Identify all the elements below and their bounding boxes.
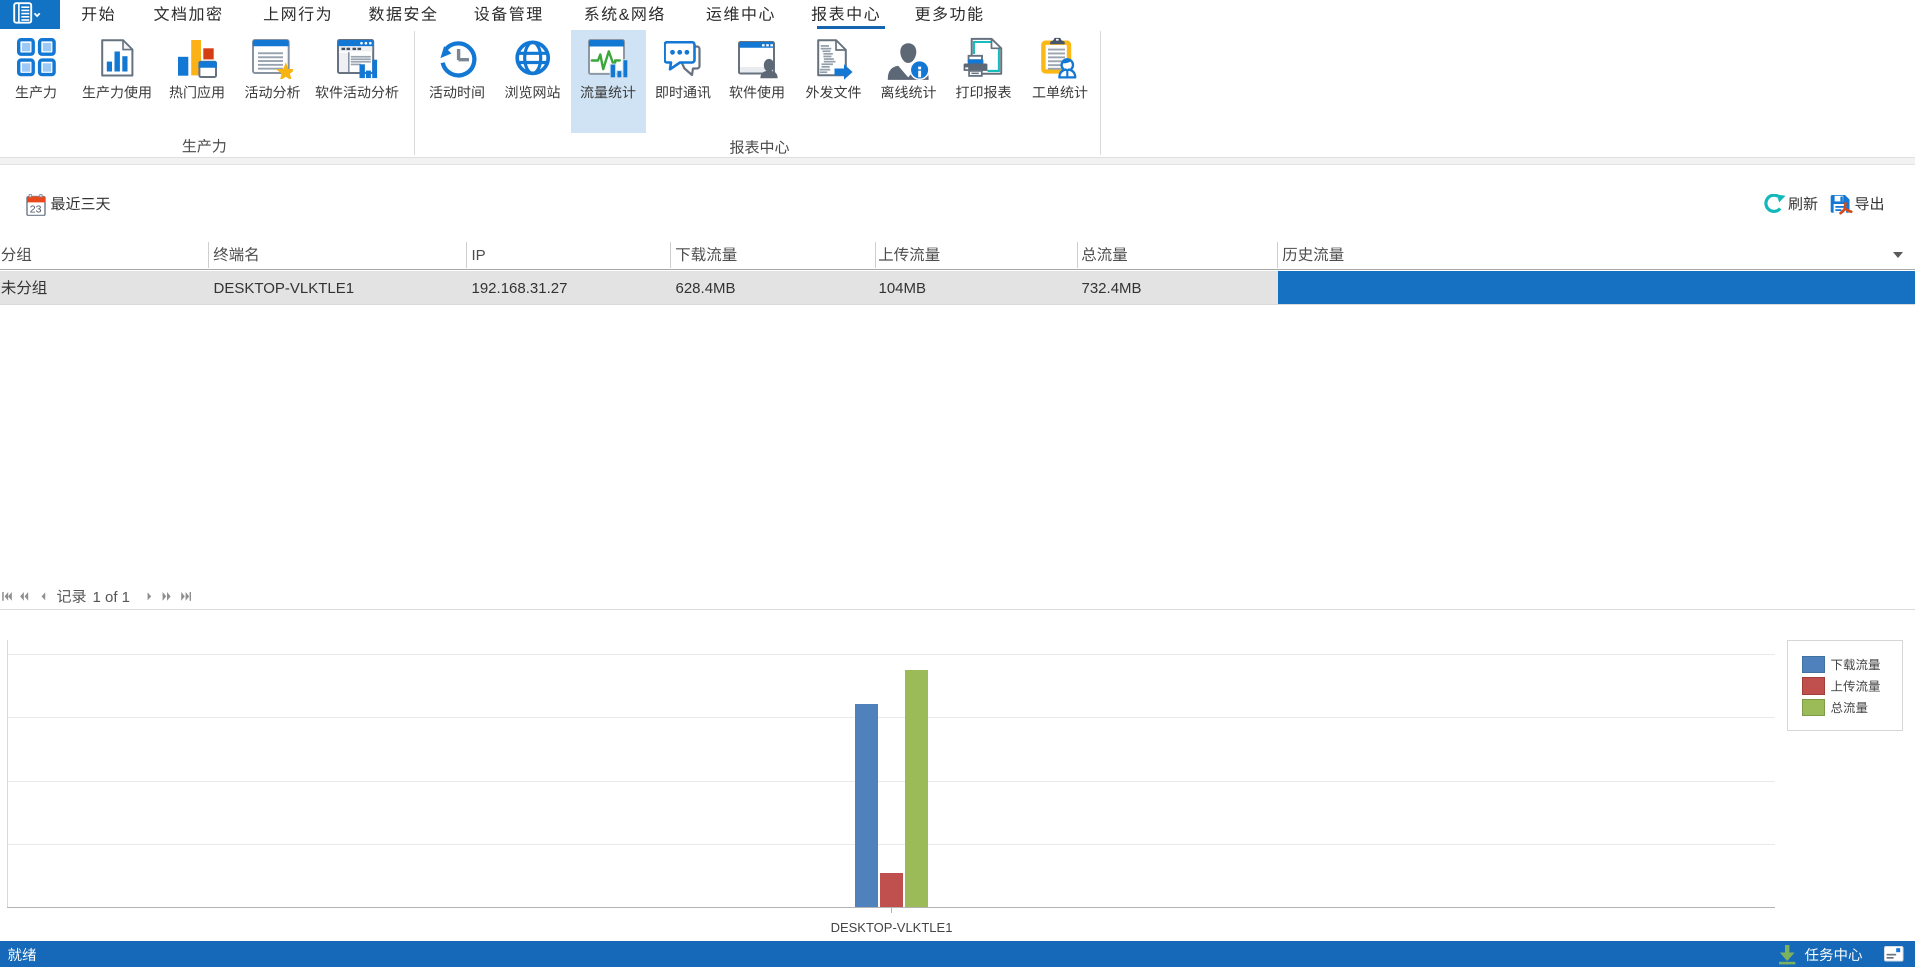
svg-text:23: 23 [30, 203, 42, 215]
